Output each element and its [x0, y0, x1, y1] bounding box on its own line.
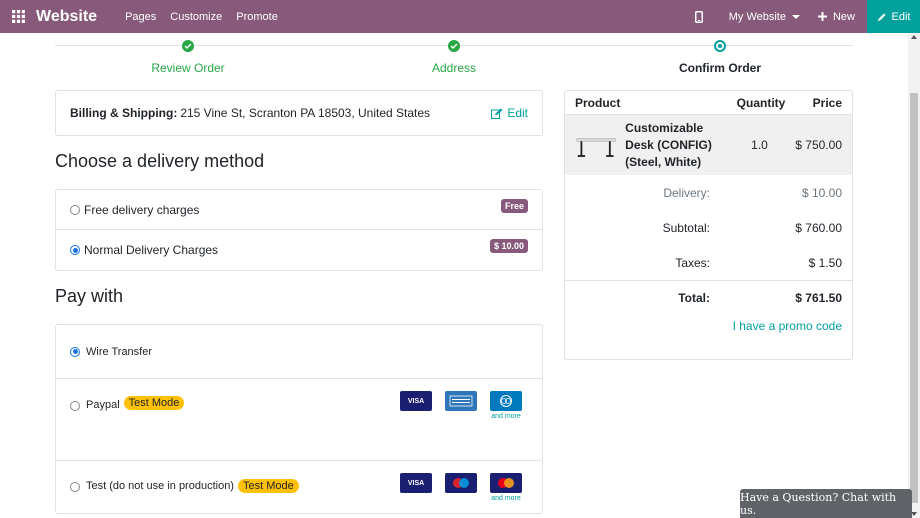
delivery-option-label: Free delivery charges — [84, 202, 200, 217]
subtotal-row: Subtotal: $ 760.00 — [565, 210, 852, 245]
card-logos: VISA and more — [400, 391, 522, 420]
and-more-link[interactable]: and more — [491, 495, 521, 502]
radio-button[interactable] — [70, 401, 80, 411]
visa-icon: VISA — [400, 473, 432, 493]
payment-option-label: Paypal — [86, 399, 120, 411]
current-step-icon — [714, 40, 726, 52]
address-edit-link[interactable]: Edit — [491, 106, 528, 120]
product-image — [576, 138, 616, 157]
page-scrollbar[interactable] — [908, 33, 920, 518]
apps-menu-icon[interactable] — [0, 0, 36, 33]
radio-button[interactable] — [70, 346, 80, 357]
step-address[interactable]: Address — [324, 40, 584, 75]
card-logos: VISA and more — [400, 473, 522, 502]
step-label: Review Order — [151, 61, 225, 75]
radio-button[interactable] — [70, 204, 80, 215]
billing-address: 215 Vine St, Scranton PA 18503, United S… — [180, 106, 431, 120]
subtotal-label: Subtotal: — [662, 220, 710, 235]
edit-label: Edit — [891, 10, 911, 23]
plus-icon — [817, 12, 827, 21]
scroll-thumb[interactable] — [910, 93, 918, 503]
promo-code-link[interactable]: I have a promo code — [565, 319, 852, 333]
menu-promote[interactable]: Promote — [236, 11, 278, 23]
step-label: Address — [431, 61, 477, 75]
price-badge: Free — [500, 199, 528, 213]
price-badge: $ 10.00 — [489, 239, 528, 253]
total-value: $ 761.50 — [795, 291, 842, 305]
step-review-order[interactable]: Review Order — [58, 40, 318, 75]
total-label: Total: — [678, 291, 710, 305]
step-confirm-order: Confirm Order — [590, 40, 850, 75]
diners-club-icon — [490, 391, 522, 411]
cart-item-row: Customizable Desk (CONFIG) (Steel, White… — [565, 115, 852, 175]
my-website-dropdown[interactable]: My Website — [729, 11, 800, 23]
my-website-label: My Website — [728, 10, 786, 23]
item-name[interactable]: Customizable Desk (CONFIG) (Steel, White… — [625, 120, 726, 171]
delivery-option-normal[interactable]: Normal Delivery Charges $ 10.00 — [56, 230, 542, 270]
billing-label: Billing & Shipping: — [70, 106, 178, 120]
total-row: Total: $ 761.50 — [565, 280, 852, 315]
mastercard-icon — [490, 473, 522, 493]
maestro-icon — [445, 473, 477, 493]
chevron-down-icon — [791, 14, 800, 19]
delivery-label: Delivery: — [663, 185, 710, 200]
new-label: New — [832, 10, 855, 23]
payment-option-label: Test (do not use in production) — [86, 480, 234, 492]
menu-pages[interactable]: Pages — [125, 11, 156, 23]
edit-icon — [491, 108, 503, 119]
pencil-icon — [877, 13, 886, 21]
edit-button[interactable]: Edit — [867, 0, 920, 33]
delivery-heading: Choose a delivery method — [55, 151, 265, 171]
payment-option-label: Wire Transfer — [86, 345, 153, 358]
delivery-value: $ 10.00 — [801, 185, 842, 200]
edit-label: Edit — [507, 106, 528, 120]
header-product: Product — [575, 95, 621, 110]
check-icon — [448, 40, 460, 52]
cart-header: Product Quantity Price — [565, 91, 852, 115]
taxes-value: $ 1.50 — [808, 255, 842, 270]
delivery-options: Free delivery charges Free Normal Delive… — [55, 189, 543, 271]
taxes-row: Taxes: $ 1.50 — [565, 245, 852, 280]
check-icon — [182, 40, 194, 52]
delivery-option-free[interactable]: Free delivery charges Free — [56, 190, 542, 230]
header-price: Price — [812, 95, 842, 110]
test-mode-badge: Test Mode — [237, 479, 299, 493]
delivery-option-label: Normal Delivery Charges — [84, 243, 219, 257]
amex-icon — [445, 391, 477, 411]
order-summary: Product Quantity Price Customizable Desk… — [564, 90, 853, 360]
payment-heading: Pay with — [55, 286, 124, 306]
billing-shipping-box: Billing & Shipping: 215 Vine St, Scranto… — [55, 90, 543, 136]
scroll-up-icon[interactable] — [911, 35, 917, 39]
payment-options: Wire Transfer Paypal Test Mode VISA and … — [55, 324, 543, 514]
test-mode-badge: Test Mode — [123, 396, 185, 410]
taxes-label: Taxes: — [675, 255, 710, 270]
radio-button[interactable] — [70, 482, 80, 492]
step-label: Confirm Order — [678, 61, 761, 75]
item-price: $ 750.00 — [795, 138, 842, 152]
payment-option-test[interactable]: Test (do not use in production) Test Mod… — [56, 461, 542, 513]
mobile-preview-icon[interactable] — [694, 10, 707, 24]
new-button[interactable]: New — [817, 10, 855, 23]
header-quantity: Quantity — [736, 95, 786, 110]
visa-icon: VISA — [400, 391, 432, 411]
item-quantity: 1.0 — [751, 138, 768, 152]
payment-option-wire[interactable]: Wire Transfer — [56, 325, 542, 379]
brand-title[interactable]: Website — [36, 8, 97, 26]
and-more-link[interactable]: and more — [491, 413, 521, 420]
delivery-row: Delivery: $ 10.00 — [565, 175, 852, 210]
payment-option-paypal[interactable]: Paypal Test Mode VISA and more — [56, 379, 542, 461]
chat-button[interactable]: Have a Question? Chat with us. — [740, 489, 912, 518]
subtotal-value: $ 760.00 — [795, 220, 842, 235]
radio-button[interactable] — [70, 245, 80, 255]
menu-customize[interactable]: Customize — [170, 11, 222, 23]
top-navbar: Website Pages Customize Promote My Websi… — [0, 0, 920, 33]
